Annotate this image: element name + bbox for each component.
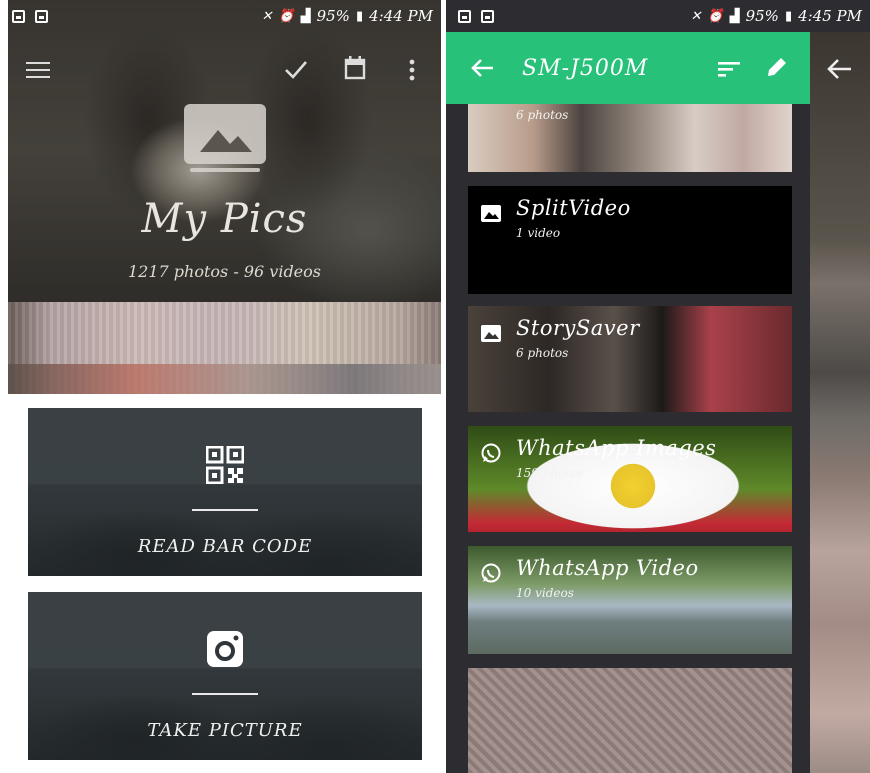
- camera-icon: [207, 631, 243, 667]
- underlying-screen-edge: [810, 32, 870, 773]
- right-screen: ✕ ⏰ ▟ 95% ▮ 4:45 PM SM-J500M 6 photos Sp…: [446, 0, 870, 773]
- album-item[interactable]: [468, 668, 792, 773]
- take-picture-button[interactable]: TAKE PICTURE: [28, 592, 422, 760]
- whatsapp-icon: [481, 443, 501, 463]
- album-item[interactable]: 6 photos: [468, 104, 792, 172]
- check-icon[interactable]: [284, 58, 308, 80]
- alarm-icon: ⏰: [707, 8, 724, 24]
- image-icon: [481, 325, 501, 342]
- album-item-storysaver[interactable]: StorySaver 6 photos: [468, 306, 792, 412]
- gallery-notification-icon: [35, 9, 48, 23]
- album-name: SplitVideo: [516, 196, 631, 220]
- edit-icon[interactable]: [766, 56, 788, 78]
- album-title: My Pics: [141, 196, 308, 242]
- album-item-whatsapp-images[interactable]: WhatsApp Images 159 photos: [468, 426, 792, 532]
- photo-thumbnail-strip[interactable]: [8, 302, 441, 394]
- album-count: 1217 photos - 96 videos: [128, 262, 321, 281]
- battery-level: 95%: [745, 7, 779, 25]
- gallery-notification-icon: [481, 9, 494, 23]
- qr-code-icon: [206, 446, 244, 484]
- album-count: 6 photos: [516, 346, 569, 360]
- clock: 4:45 PM: [798, 7, 862, 25]
- read-bar-code-label: READ BAR CODE: [137, 536, 313, 557]
- album-name: StorySaver: [516, 316, 640, 340]
- battery-level: 95%: [316, 7, 350, 25]
- image-icon: [481, 205, 501, 222]
- clock: 4:44 PM: [369, 7, 433, 25]
- album-hero[interactable]: My Pics 1217 photos - 96 videos: [8, 0, 441, 302]
- album-name: WhatsApp Video: [516, 556, 699, 580]
- divider: [192, 509, 258, 511]
- album-count: 10 videos: [516, 586, 574, 600]
- folder-title: SM-J500M: [522, 56, 649, 81]
- notification-icon: [458, 9, 471, 23]
- signal-icon: ▟: [729, 8, 740, 24]
- arrow-back-icon[interactable]: [470, 58, 494, 78]
- arrow-back-icon[interactable]: [826, 58, 852, 80]
- image-album-icon: [184, 104, 266, 172]
- take-picture-label: TAKE PICTURE: [147, 720, 303, 741]
- battery-icon: ▮: [355, 8, 364, 24]
- album-count: 1 video: [516, 226, 561, 240]
- folder-toolbar: SM-J500M: [446, 32, 810, 104]
- read-bar-code-button[interactable]: READ BAR CODE: [28, 408, 422, 576]
- left-status-bar: ✕ ⏰ ▟ 95% ▮ 4:44 PM: [0, 0, 441, 32]
- right-status-bar: ✕ ⏰ ▟ 95% ▮ 4:45 PM: [446, 0, 870, 32]
- calendar-icon[interactable]: [344, 56, 366, 80]
- mute-icon: ✕: [690, 8, 702, 24]
- whatsapp-icon: [481, 563, 501, 583]
- left-screen: My Pics 1217 photos - 96 videos ✕ ⏰ ▟ 95…: [0, 0, 441, 773]
- alarm-icon: ⏰: [278, 8, 295, 24]
- album-count: 159 photos: [516, 466, 584, 480]
- divider: [192, 693, 258, 695]
- album-item-splitvideo[interactable]: SplitVideo 1 video: [468, 186, 792, 294]
- photo-thumbnail-row: [8, 364, 441, 394]
- left-toolbar: [8, 52, 441, 88]
- menu-icon[interactable]: [26, 60, 50, 80]
- album-item-whatsapp-video[interactable]: WhatsApp Video 10 videos: [468, 546, 792, 654]
- more-vert-icon[interactable]: [408, 58, 416, 82]
- signal-icon: ▟: [300, 8, 311, 24]
- album-count: 6 photos: [516, 108, 569, 122]
- mute-icon: ✕: [261, 8, 273, 24]
- notification-icon: [12, 9, 25, 23]
- sort-icon[interactable]: [718, 60, 740, 78]
- battery-icon: ▮: [784, 8, 793, 24]
- album-name: WhatsApp Images: [516, 436, 717, 460]
